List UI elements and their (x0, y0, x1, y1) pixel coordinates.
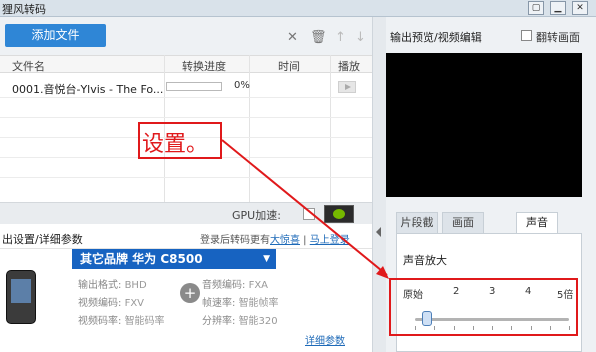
spec-video-bitrate-label: 视频码率: (78, 316, 122, 327)
spec-resolution: 分辨率: 智能320 (202, 312, 278, 327)
chevron-down-icon: ▼ (263, 254, 270, 264)
video-preview (386, 53, 582, 197)
restore-button[interactable]: ▢ (528, 1, 544, 15)
file-name: 0001.音悦台-Ylvis - The Fo... (12, 83, 164, 96)
spec-audio-codec: 音频编码: FXA (202, 276, 268, 291)
file-toolbar: 添加文件 ✕ 🗑 ↑ ↓ (0, 17, 372, 55)
conversion-progress-bar (166, 82, 222, 91)
spec-frame-rate-value: 智能帧率 (238, 298, 279, 309)
spec-video-codec-value: FXV (124, 298, 145, 309)
flip-checkbox[interactable] (521, 30, 532, 41)
window-title: 狸风转码 (2, 3, 46, 16)
spec-audio-codec-value: FXA (248, 280, 269, 291)
file-table-header: 文件名 转换进度 时间 播放 (0, 55, 372, 73)
settings-header: 出设置/详细参数 登录后转码更有大惊喜 | 马上登录 (0, 227, 372, 249)
plus-icon[interactable]: + (180, 283, 200, 303)
spec-video-codec: 视频编码: FXV (78, 294, 144, 309)
row-divider (0, 97, 372, 98)
tab-picture[interactable]: 画面 (442, 212, 484, 234)
login-promo: 登录后转码更有大惊喜 | 马上登录 (200, 235, 350, 246)
gpu-bar: GPU加速: (0, 202, 372, 224)
big-surprise-link[interactable]: 大惊喜 (270, 235, 300, 246)
column-filename[interactable]: 文件名 (12, 58, 45, 74)
spec-video-bitrate-value: 智能码率 (124, 316, 165, 327)
trash-icon[interactable]: 🗑 (310, 31, 327, 44)
play-icon[interactable] (338, 81, 356, 93)
arrow-up-icon[interactable]: ↑ (335, 31, 346, 44)
volume-title: 声音放大 (403, 254, 447, 267)
spec-frame-rate: 帧速率: 智能帧率 (202, 294, 279, 309)
gpu-checkbox[interactable] (303, 208, 315, 220)
annotation-text: 设置。 (142, 132, 209, 157)
spec-resolution-label: 分辨率: (202, 316, 236, 327)
spec-audio-codec-label: 音频编码: (202, 280, 246, 291)
tab-sound[interactable]: 声音 (516, 212, 558, 234)
spec-video-bitrate: 视频码率: 智能码率 (78, 312, 165, 327)
device-brand-select[interactable]: 其它品牌 华为 C8500 ▼ (72, 249, 276, 269)
arrow-down-icon[interactable]: ↓ (355, 31, 366, 44)
file-panel: 添加文件 ✕ 🗑 ↑ ↓ 文件名 转换进度 时间 播放 0001.音悦台-Ylv… (0, 17, 372, 352)
device-brand-value: 其它品牌 华为 C8500 (80, 252, 203, 266)
tab-clip[interactable]: 片段截取 (396, 212, 438, 249)
add-file-button[interactable]: 添加文件 (5, 24, 106, 47)
minimize-button[interactable]: ▁ (550, 1, 566, 15)
column-divider (249, 55, 250, 215)
login-promo-text: 登录后转码更有 (200, 235, 270, 246)
column-play[interactable]: 播放 (338, 58, 360, 74)
close-icon[interactable]: ✕ (287, 31, 298, 44)
spec-format: 输出格式: BHD (78, 276, 147, 291)
title-bar: 狸风转码 ▢ ▁ ✕ (0, 0, 596, 17)
column-time[interactable]: 时间 (278, 58, 300, 74)
panel-splitter[interactable] (372, 17, 386, 352)
preview-title: 输出预览/视频编辑 (390, 31, 482, 44)
login-link[interactable]: 马上登录 (310, 235, 350, 246)
device-image (6, 270, 36, 324)
spec-format-value: BHD (124, 280, 147, 291)
spec-resolution-value: 智能320 (238, 316, 278, 327)
progress-percent: 0% (234, 80, 250, 91)
spec-format-label: 输出格式: (78, 280, 122, 291)
annotation-highlight-box (389, 278, 578, 336)
spec-frame-rate-label: 帧速率: (202, 298, 236, 309)
spec-video-codec-label: 视频编码: (78, 298, 122, 309)
collapse-arrow-icon[interactable] (376, 227, 381, 237)
nvidia-logo-icon (324, 205, 354, 223)
column-progress[interactable]: 转换进度 (182, 58, 226, 74)
row-divider (0, 177, 372, 178)
settings-title: 出设置/详细参数 (2, 233, 83, 246)
detail-params-link[interactable]: 详细参数 (305, 332, 345, 347)
column-divider (330, 55, 331, 215)
close-window-button[interactable]: ✕ (572, 1, 588, 15)
flip-label: 翻转画面 (536, 31, 580, 44)
row-divider (0, 117, 372, 118)
gpu-label: GPU加速: (232, 209, 281, 222)
